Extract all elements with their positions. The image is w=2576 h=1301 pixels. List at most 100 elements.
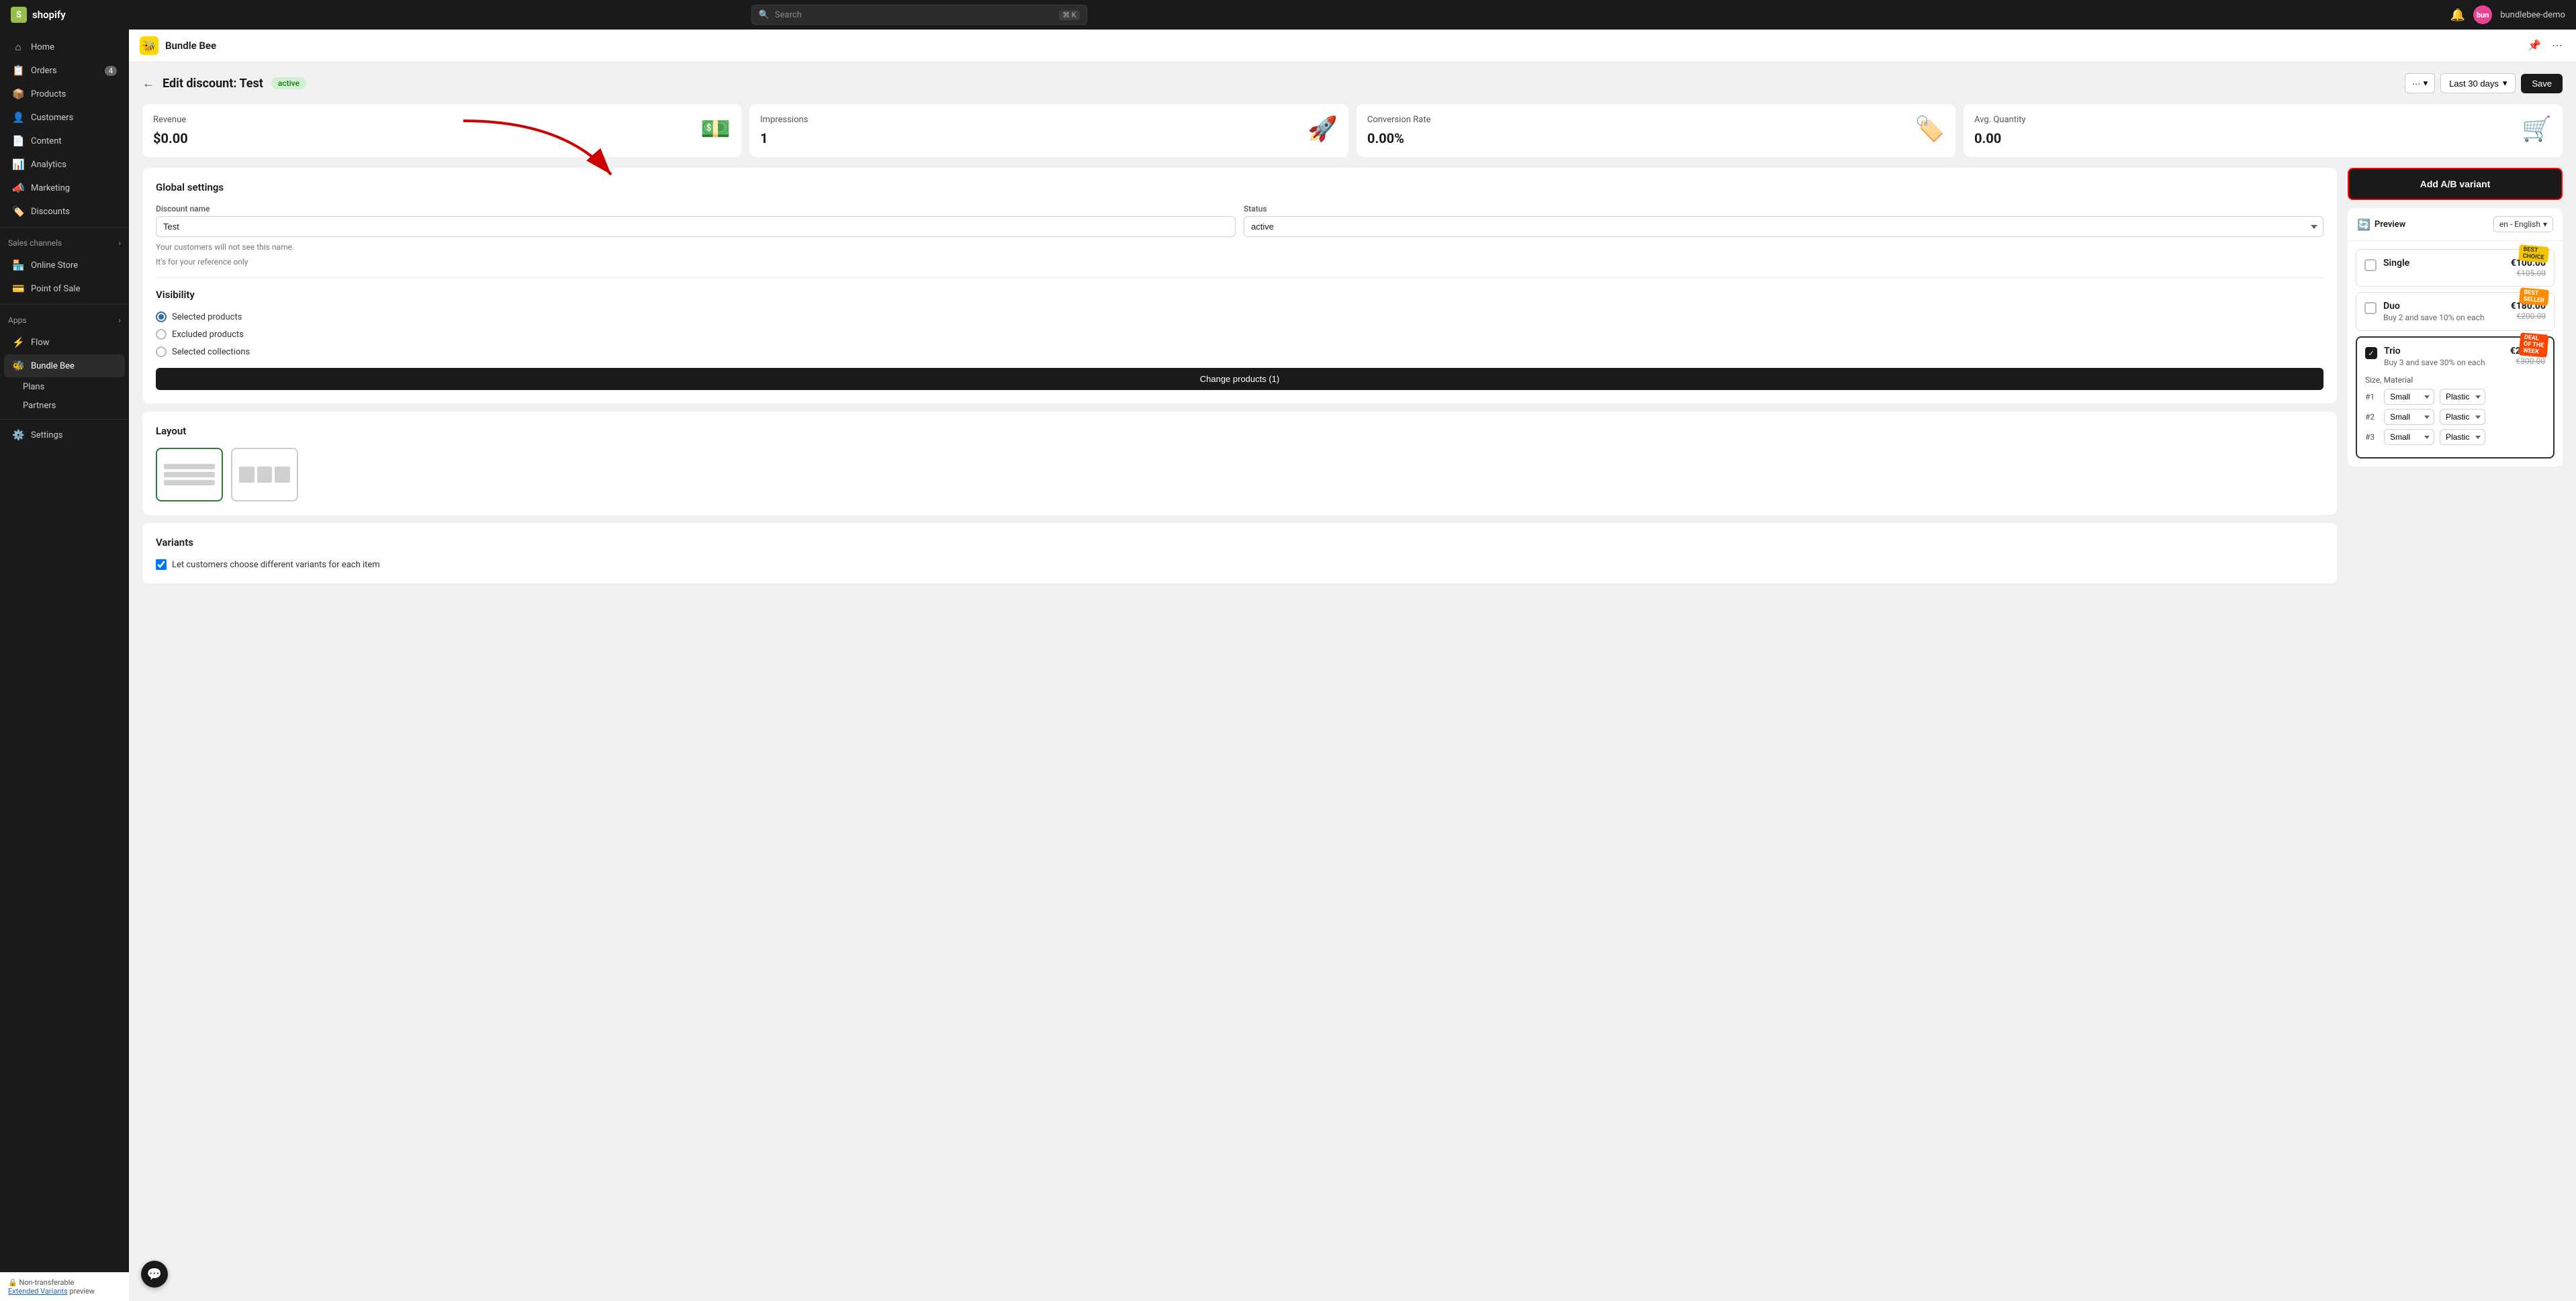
preview-title: Preview — [2375, 220, 2405, 230]
more-options-button[interactable]: ··· ▾ — [2405, 73, 2436, 93]
variant-num-1: #1 — [2365, 392, 2379, 401]
add-ab-variant-button[interactable]: Add A/B variant — [2348, 168, 2563, 200]
radio-selected-products[interactable]: Selected products — [156, 311, 2324, 322]
global-settings-card: Global settings Discount name Your custo… — [142, 168, 2337, 403]
sidebar-item-content[interactable]: 📄 Content — [4, 130, 125, 152]
duo-info: Duo Buy 2 and save 10% on each — [2383, 301, 2485, 322]
sidebar-item-marketing[interactable]: 📣 Marketing — [4, 177, 125, 199]
sidebar-subitem-partners[interactable]: Partners — [4, 397, 125, 415]
user-avatar[interactable]: bun — [2473, 5, 2492, 24]
sidebar-item-products[interactable]: 📦 Products — [4, 83, 125, 105]
change-products-button[interactable]: Change products (1) — [156, 368, 2324, 390]
marketing-icon: 📣 — [12, 182, 24, 194]
variant-size-select-2[interactable]: Small Medium Large — [2384, 409, 2434, 425]
discount-name-input[interactable] — [156, 216, 1236, 237]
language-selector[interactable]: en - English ▾ — [2493, 216, 2553, 232]
layout-line-1 — [164, 464, 215, 469]
conversion-value: 0.00% — [1367, 130, 1431, 146]
sidebar-item-bundle-bee[interactable]: 🐝 Bundle Bee — [4, 354, 125, 377]
single-original-price: €105.00 — [2511, 269, 2546, 278]
conversion-label: Conversion Rate — [1367, 115, 1431, 125]
sidebar-item-online-store[interactable]: 🏪 Online Store — [4, 254, 125, 277]
search-bar[interactable]: 🔍 Search ⌘ K — [751, 5, 1087, 25]
radio-circle-excluded — [156, 329, 167, 340]
sales-channels-header: Sales channels › — [0, 233, 129, 253]
sidebar-item-settings[interactable]: ⚙️ Settings — [4, 424, 125, 446]
sidebar-item-customers[interactable]: 👤 Customers — [4, 106, 125, 129]
radio-selected-collections[interactable]: Selected collections — [156, 346, 2324, 357]
more-options-chevron: ▾ — [2424, 78, 2428, 89]
banner-suffix: preview — [69, 1287, 95, 1296]
app-body: ⌂ Home 📋 Orders 4 📦 Products 👤 Customers… — [0, 30, 2576, 1301]
revenue-icon: 💵 — [700, 115, 731, 143]
layout-card: Layout — [142, 412, 2337, 515]
sidebar-item-flow[interactable]: ⚡ Flow — [4, 331, 125, 354]
pin-button[interactable]: 📌 — [2525, 36, 2544, 55]
save-button[interactable]: Save — [2521, 74, 2563, 93]
stat-content-impressions: Impressions 1 — [760, 115, 808, 146]
back-button[interactable]: ← — [142, 77, 154, 91]
trio-variant-row-1: #1 Small Medium Large Plastic — [2365, 389, 2545, 405]
stat-card-revenue: Revenue $0.00 💵 — [142, 104, 741, 157]
notification-bell-icon[interactable]: 🔔 — [2450, 8, 2465, 22]
trio-desc: Buy 3 and save 30% on each — [2384, 358, 2485, 367]
badge-best-choice: BESTCHOICE — [2518, 244, 2549, 263]
page-content: ← Edit discount: Test active ··· ▾ Last … — [129, 62, 2576, 1301]
sidebar-item-discounts[interactable]: 🏷️ Discounts — [4, 200, 125, 223]
sidebar-label-online-store: Online Store — [31, 260, 78, 271]
period-selector-button[interactable]: Last 30 days ▾ — [2440, 73, 2516, 93]
variant-num-2: #2 — [2365, 412, 2379, 422]
revenue-value: $0.00 — [153, 130, 188, 146]
radio-excluded-products[interactable]: Excluded products — [156, 329, 2324, 340]
sidebar-item-orders[interactable]: 📋 Orders 4 — [4, 59, 125, 82]
product-option-single: BESTCHOICE Single €100.00 €105 — [2356, 249, 2555, 287]
analytics-icon: 📊 — [12, 158, 24, 171]
layout-option-grid[interactable] — [231, 448, 298, 501]
variant-size-select-1[interactable]: Small Medium Large — [2384, 389, 2434, 405]
shopify-logo-text: shopify — [32, 9, 66, 21]
sidebar-label-analytics: Analytics — [31, 160, 66, 170]
variant-material-select-3[interactable]: Plastic Wood Metal — [2440, 429, 2485, 445]
sidebar-label-content: Content — [31, 136, 62, 146]
sidebar-separator-1 — [0, 227, 129, 228]
avg-label: Avg. Quantity — [1974, 115, 2026, 125]
sidebar-label-products: Products — [31, 89, 66, 99]
variants-checkbox[interactable] — [156, 559, 167, 570]
variants-checkbox-row[interactable]: Let customers choose different variants … — [156, 559, 2324, 570]
search-shortcut: ⌘ K — [1059, 10, 1080, 20]
status-select[interactable]: active inactive — [1244, 216, 2324, 237]
visibility-radio-group: Selected products Excluded products Sele… — [156, 311, 2324, 357]
product-option-trio: DEALOF THEWEEK ✓ Trio Buy 3 and save 30%… — [2356, 336, 2555, 459]
layout-option-list[interactable] — [156, 448, 223, 501]
duo-checkbox[interactable] — [2364, 302, 2377, 314]
radio-circle-collections — [156, 346, 167, 357]
duo-option-row: Duo Buy 2 and save 10% on each €180.00 €… — [2364, 301, 2546, 322]
variant-material-select-2[interactable]: Plastic Wood Metal — [2440, 409, 2485, 425]
radio-label-collections: Selected collections — [172, 347, 250, 357]
variant-material-select-1[interactable]: Plastic Wood Metal — [2440, 389, 2485, 405]
avg-value: 0.00 — [1974, 130, 2026, 146]
period-chevron: ▾ — [2503, 78, 2508, 89]
sidebar-item-home[interactable]: ⌂ Home — [4, 36, 125, 58]
status-label: Status — [1244, 204, 2324, 213]
shopify-logo[interactable]: S shopify — [11, 7, 66, 23]
sidebar-label-marketing: Marketing — [31, 183, 70, 193]
sidebar-item-point-of-sale[interactable]: 💳 Point of Sale — [4, 277, 125, 300]
status-badge: active — [271, 77, 306, 89]
bundle-bee-icon: 🐝 — [12, 360, 24, 372]
sidebar-item-analytics[interactable]: 📊 Analytics — [4, 153, 125, 176]
grid-cell-1 — [239, 467, 255, 483]
sidebar-subitem-plans[interactable]: Plans — [4, 378, 125, 396]
extended-variants-link[interactable]: Extended Variants — [8, 1287, 68, 1296]
trio-original-price: €300.00 — [2510, 356, 2545, 366]
preview-card: 🔄 Preview en - English ▾ — [2348, 208, 2563, 467]
products-icon: 📦 — [12, 88, 24, 100]
chat-bubble[interactable]: 💬 — [141, 1261, 168, 1288]
nav-right: 🔔 bun bundlebee-demo — [2450, 5, 2565, 24]
more-button[interactable]: ⋯ — [2549, 36, 2565, 55]
preview-title-row: 🔄 Preview — [2357, 218, 2405, 231]
single-checkbox[interactable] — [2364, 259, 2377, 271]
trio-checkbox[interactable]: ✓ — [2365, 347, 2377, 359]
single-name: Single — [2383, 258, 2409, 269]
variant-size-select-3[interactable]: Small Medium Large — [2384, 429, 2434, 445]
